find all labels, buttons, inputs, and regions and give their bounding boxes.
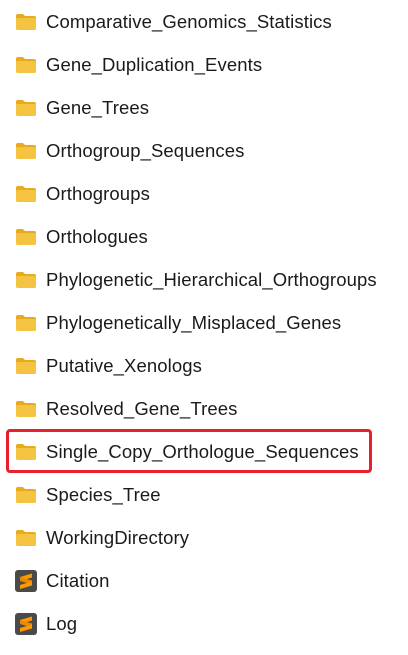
folder-label: Comparative_Genomics_Statistics [46, 11, 332, 32]
folder-item[interactable]: Gene_Duplication_Events [0, 45, 400, 85]
folder-label: Gene_Trees [46, 97, 150, 118]
folder-label: Gene_Duplication_Events [46, 54, 263, 75]
folder-icon [16, 186, 36, 202]
folder-item[interactable]: Orthologues [0, 217, 400, 257]
folder-item[interactable]: Orthogroup_Sequences [0, 131, 400, 171]
sublime-text-icon [15, 570, 37, 592]
folder-item[interactable]: Resolved_Gene_Trees [0, 389, 400, 429]
folder-icon [16, 229, 36, 245]
folder-item[interactable]: Putative_Xenologs [0, 346, 400, 386]
folder-label: Orthogroup_Sequences [46, 140, 245, 161]
folder-icon [16, 487, 36, 503]
folder-icon [16, 358, 36, 374]
folder-icon [16, 100, 36, 116]
folder-label: Resolved_Gene_Trees [46, 398, 238, 419]
folder-icon [16, 401, 36, 417]
folder-item[interactable]: Gene_Trees [0, 88, 400, 128]
file-list: Comparative_Genomics_Statistics Gene_Dup… [0, 0, 408, 655]
file-item[interactable]: Citation [0, 561, 400, 601]
folder-label: Phylogenetically_Misplaced_Genes [46, 312, 342, 333]
folder-item[interactable]: Comparative_Genomics_Statistics [0, 2, 400, 42]
file-item[interactable]: Log [0, 604, 400, 644]
folder-label: Orthologues [46, 226, 148, 247]
folder-label: WorkingDirectory [46, 527, 190, 548]
folder-icon [16, 14, 36, 30]
folder-icon [16, 530, 36, 546]
folder-label: Species_Tree [46, 484, 161, 505]
folder-label: Single_Copy_Orthologue_Sequences [46, 441, 359, 462]
folder-icon [16, 57, 36, 73]
sublime-text-icon [15, 613, 37, 635]
folder-label: Phylogenetic_Hierarchical_Orthogroups [46, 269, 377, 290]
folder-icon [16, 315, 36, 331]
folder-item[interactable]: Phylogenetically_Misplaced_Genes [0, 303, 400, 343]
folder-icon [16, 272, 36, 288]
folder-item[interactable]: Orthogroups [0, 174, 400, 214]
folder-label: Putative_Xenologs [46, 355, 202, 376]
folder-icon [16, 444, 36, 460]
folder-item[interactable]: Phylogenetic_Hierarchical_Orthogroups [0, 260, 400, 300]
folder-icon [16, 143, 36, 159]
folder-label: Orthogroups [46, 183, 150, 204]
folder-item-highlighted[interactable]: Single_Copy_Orthologue_Sequences [0, 432, 400, 472]
folder-item[interactable]: WorkingDirectory [0, 518, 400, 558]
folder-item[interactable]: Species_Tree [0, 475, 400, 515]
file-label: Citation [46, 570, 110, 591]
file-label: Log [46, 613, 78, 634]
